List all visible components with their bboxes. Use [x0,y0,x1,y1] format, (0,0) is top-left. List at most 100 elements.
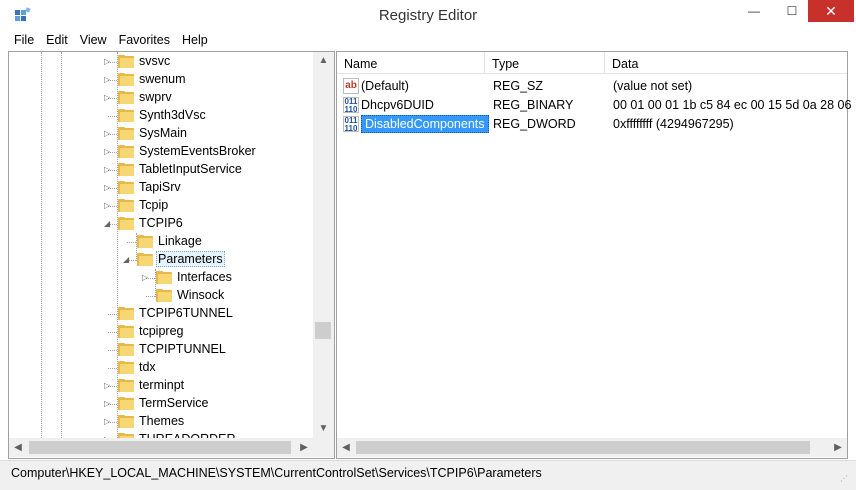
tree-item[interactable]: ▷ swprv [9,89,312,107]
scroll-right-arrow-icon[interactable]: ▶ [295,438,313,457]
tree-item[interactable]: tdx [9,359,312,377]
tree-item[interactable]: ▷ TabletInputService [9,161,312,179]
collapsed-arrow-icon[interactable]: ▷ [104,147,112,157]
tree-item[interactable]: TCPIPTUNNEL [9,341,312,359]
menu-help[interactable]: Help [176,30,214,50]
tree-hscroll-thumb[interactable] [29,441,291,454]
collapsed-arrow-icon[interactable]: ▷ [104,201,112,211]
value-data: 0xffffffff (4294967295) [613,117,734,131]
scroll-left-arrow-icon[interactable]: ◀ [337,438,355,457]
collapsed-arrow-icon[interactable]: ▷ [104,399,112,409]
tree-item-label: swprv [139,90,172,104]
value-row[interactable]: 011 110 Dhcpv6DUID REG_BINARY 00 01 00 01 1… [337,96,851,115]
collapsed-arrow-icon[interactable]: ▷ [104,75,112,85]
column-header-data[interactable]: Data [605,52,847,74]
value-row[interactable]: 011 110 DisabledComponents REG_DWORD 0xffff… [337,115,847,134]
collapsed-arrow-icon[interactable]: ▷ [104,417,112,427]
tree-item[interactable]: tcpipreg [9,323,312,341]
tree-item[interactable]: ▷ SysMain [9,125,312,143]
tree-item[interactable]: ▷ svsvc [9,53,312,71]
value-name: DisabledComponents [361,115,489,133]
scroll-down-arrow-icon[interactable]: ▼ [313,420,334,438]
menu-bar: File Edit View Favorites Help [0,30,856,50]
binary-value-icon: 011 110 [343,116,359,133]
registry-key-tree[interactable]: ▷ svsvc ▷ swenum ▷ swprv Synth3dVsc ▷ SysMain ▷ Sy… [9,52,312,438]
folder-icon [118,73,134,86]
expanded-arrow-icon[interactable]: ◢ [104,219,112,229]
tree-item-label: TCPIP6 [139,216,183,230]
menu-view[interactable]: View [74,30,113,50]
tree-item[interactable]: Winsock [9,287,312,305]
tree-item[interactable]: ▷ swenum [9,71,312,89]
value-data: (value not set) [613,79,693,93]
folder-icon [118,325,134,338]
tree-vertical-scrollbar[interactable]: ▲ ▼ [313,52,334,438]
tree-item-label: svsvc [139,54,171,68]
folder-icon [118,199,134,212]
menu-edit[interactable]: Edit [40,30,74,50]
tree-item[interactable]: ▷ Themes [9,413,312,431]
tree-item-label: Themes [139,414,185,428]
collapsed-arrow-icon[interactable]: ▷ [104,165,112,175]
folder-icon [118,145,134,158]
tree-item[interactable]: Synth3dVsc [9,107,312,125]
tree-item[interactable]: TCPIP6TUNNEL [9,305,312,323]
minimize-button[interactable]: — [740,0,768,22]
values-horizontal-scrollbar[interactable]: ◀ ▶ [337,438,847,457]
tree-item-label: terminpt [139,378,185,392]
window-title: Registry Editor [378,7,478,24]
folder-icon [137,235,153,248]
scroll-up-arrow-icon[interactable]: ▲ [313,52,334,70]
tree-horizontal-scrollbar[interactable]: ◀ ▶ [9,438,313,457]
column-header-type[interactable]: Type [485,52,605,74]
folder-icon [118,181,134,194]
folder-icon [118,91,134,104]
tree-item-label: Interfaces [177,270,232,284]
maximize-button[interactable]: ☐ [778,0,806,22]
tree-item-label: TCPIPTUNNEL [139,342,226,356]
scroll-left-arrow-icon[interactable]: ◀ [9,438,27,457]
tree-item-label: tdx [139,360,156,374]
tree-item[interactable]: ◢ TCPIP6 [9,215,312,233]
folder-icon [118,55,134,68]
menu-favorites[interactable]: Favorites [113,30,176,50]
column-header-name[interactable]: Name [337,52,485,74]
tree-scroll-thumb[interactable] [315,322,331,339]
folder-icon [118,127,134,140]
menu-file[interactable]: File [8,30,40,50]
values-hscroll-thumb[interactable] [356,441,810,454]
tree-item[interactable]: ▷ Tcpip [9,197,312,215]
collapsed-arrow-icon[interactable]: ▷ [104,381,112,391]
tree-item[interactable]: ◢ Parameters [9,251,312,269]
tree-item[interactable]: ▷ terminpt [9,377,312,395]
tree-item[interactable]: ▷ TermService [9,395,312,413]
collapsed-arrow-icon[interactable]: ▷ [104,129,112,139]
tree-item[interactable]: ▷ Interfaces [9,269,312,287]
value-row[interactable]: ab (Default) REG_SZ (value not set) [337,77,847,96]
tree-item-label: SystemEventsBroker [139,144,256,158]
folder-icon [118,307,134,320]
close-button[interactable]: ✕ [808,0,854,22]
tree-connector [127,242,136,243]
title-bar: Registry Editor — ☐ ✕ [0,0,856,30]
tree-item[interactable]: Linkage [9,233,312,251]
collapsed-arrow-icon[interactable]: ▷ [104,93,112,103]
value-type: REG_DWORD [493,117,576,131]
folder-icon [118,109,134,122]
collapsed-arrow-icon[interactable]: ▷ [104,183,112,193]
value-name: Dhcpv6DUID [361,98,434,112]
collapsed-arrow-icon[interactable]: ▷ [142,273,150,283]
tree-connector [108,368,117,369]
resize-grip-icon[interactable]: ⋰ [840,474,850,484]
folder-icon [118,217,134,230]
tree-connector [108,116,117,117]
scroll-right-arrow-icon[interactable]: ▶ [829,438,847,457]
collapsed-arrow-icon[interactable]: ▷ [104,57,112,67]
tree-guide-line [155,269,156,297]
tree-item[interactable]: ▷ TapiSrv [9,179,312,197]
folder-icon [156,289,172,302]
expanded-arrow-icon[interactable]: ◢ [123,255,131,265]
tree-item[interactable]: ▷THREADORDER [9,431,312,438]
folder-icon [118,343,134,356]
tree-item[interactable]: ▷ SystemEventsBroker [9,143,312,161]
